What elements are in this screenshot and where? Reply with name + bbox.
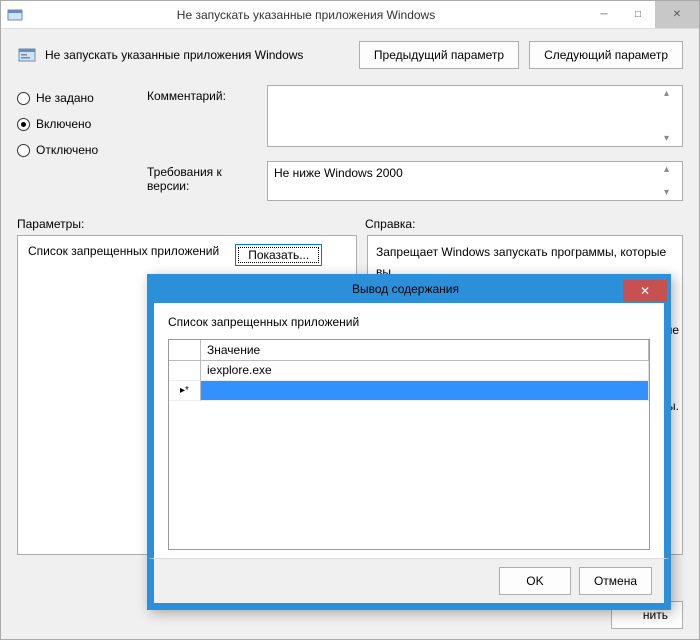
row-indicator	[169, 361, 201, 381]
modal-cancel-button[interactable]: Отмена	[579, 567, 652, 595]
comment-label: Комментарий:	[147, 85, 257, 103]
radio-not-configured[interactable]: Не задано	[17, 91, 127, 105]
grid-row[interactable]: iexplore.exe	[169, 361, 649, 381]
show-contents-dialog: Вывод содержания ✕ Список запрещенных пр…	[147, 274, 671, 610]
grid-col-value: Значение	[201, 340, 649, 361]
maximize-button[interactable]: □	[621, 1, 655, 28]
next-setting-button[interactable]: Следующий параметр	[529, 41, 683, 69]
requirements-value: Не ниже Windows 2000	[274, 166, 403, 180]
grid-empty-area	[169, 401, 649, 549]
minimize-button[interactable]: ─	[587, 1, 621, 28]
previous-setting-button[interactable]: Предыдущий параметр	[359, 41, 519, 69]
radio-label: Отключено	[36, 143, 98, 157]
modal-footer: OK Отмена	[148, 558, 670, 609]
values-grid[interactable]: Значение iexplore.exe ▸*	[168, 339, 650, 550]
scrollbar[interactable]: ▴▾	[664, 88, 680, 144]
grid-cell-value[interactable]: iexplore.exe	[201, 361, 649, 381]
radio-enabled[interactable]: Включено	[17, 117, 127, 131]
policy-icon	[17, 45, 37, 65]
modal-titlebar: Вывод содержания ✕	[148, 275, 670, 303]
state-radio-group: Не задано Включено Отключено	[17, 85, 127, 201]
radio-label: Включено	[36, 117, 91, 131]
help-section-label: Справка:	[365, 217, 415, 231]
modal-close-button[interactable]: ✕	[623, 280, 667, 302]
requirements-box: Не ниже Windows 2000 ▴▾	[267, 161, 683, 201]
window-controls: ─ □ ✕	[587, 1, 699, 28]
radio-icon	[17, 92, 30, 105]
radio-disabled[interactable]: Отключено	[17, 143, 127, 157]
params-section-label: Параметры:	[17, 217, 365, 231]
window-title: Не запускать указанные приложения Window…	[25, 8, 587, 22]
grid-cell-new[interactable]	[201, 381, 649, 401]
header-row: Не запускать указанные приложения Window…	[1, 29, 699, 77]
titlebar: Не запускать указанные приложения Window…	[1, 1, 699, 29]
app-icon	[7, 7, 23, 23]
modal-title: Вывод содержания	[148, 282, 623, 296]
radio-label: Не задано	[36, 91, 94, 105]
grid-corner	[169, 340, 201, 361]
row-indicator-new: ▸*	[169, 381, 201, 401]
fields-column: Комментарий: ▴▾ Требования к версии: Не …	[147, 85, 683, 201]
body-area: Не задано Включено Отключено Комментарий…	[1, 77, 699, 209]
header-label: Не запускать указанные приложения Window…	[45, 48, 359, 62]
section-labels: Параметры: Справка:	[1, 209, 699, 235]
show-list-button[interactable]: Показать...	[235, 244, 322, 266]
requirements-label: Требования к версии:	[147, 161, 257, 193]
scrollbar[interactable]: ▴▾	[664, 164, 680, 198]
modal-heading: Список запрещенных приложений	[168, 315, 650, 329]
grid-header: Значение	[169, 340, 649, 361]
grid-row-new[interactable]: ▸*	[169, 381, 649, 401]
blocked-list-label: Список запрещенных приложений	[28, 244, 219, 258]
modal-ok-button[interactable]: OK	[499, 567, 571, 595]
close-button[interactable]: ✕	[655, 1, 699, 28]
new-row-icon: ▸*	[180, 385, 189, 396]
comment-textarea[interactable]: ▴▾	[267, 85, 683, 147]
radio-icon	[17, 118, 30, 131]
radio-icon	[17, 144, 30, 157]
